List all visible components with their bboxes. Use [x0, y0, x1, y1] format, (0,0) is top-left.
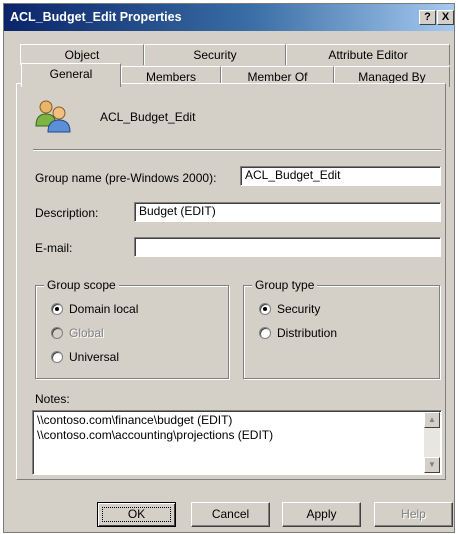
help-button: Help: [374, 502, 453, 527]
scroll-up-arrow-icon[interactable]: ▲: [424, 412, 440, 428]
group-users-icon: [35, 100, 71, 133]
pre2000-label: Group name (pre-Windows 2000):: [35, 171, 217, 185]
global-label: Global: [69, 326, 104, 340]
distribution-label[interactable]: Distribution: [277, 326, 337, 340]
global-radio: [51, 327, 63, 339]
email-label: E-mail:: [35, 241, 73, 255]
universal-label[interactable]: Universal: [69, 350, 119, 364]
general-content: ACL_Budget_Edit Group name (pre-Windows …: [0, 0, 458, 534]
universal-radio[interactable]: [51, 351, 63, 363]
group-name-heading: ACL_Budget_Edit: [100, 110, 196, 124]
description-field[interactable]: Budget (EDIT): [134, 202, 441, 222]
email-field[interactable]: [134, 237, 441, 257]
security-label[interactable]: Security: [277, 302, 320, 316]
security-radio[interactable]: [259, 303, 271, 315]
pre2000-name-field[interactable]: ACL_Budget_Edit: [240, 166, 441, 186]
notes-line: \\contoso.com\accounting\projections (ED…: [37, 428, 274, 442]
focus-rect: [102, 507, 171, 522]
separator: [33, 149, 441, 151]
distribution-radio[interactable]: [259, 327, 271, 339]
cancel-button[interactable]: Cancel: [191, 502, 270, 527]
group-scope-box: Group scope: [35, 278, 229, 379]
apply-button[interactable]: Apply: [282, 502, 361, 527]
group-type-box: Group type: [243, 278, 440, 379]
description-label: Description:: [35, 206, 99, 220]
group-type-label: Group type: [252, 278, 318, 292]
notes-textarea[interactable]: \\contoso.com\finance\budget (EDIT) \\co…: [32, 410, 442, 475]
domain-local-label[interactable]: Domain local: [69, 302, 138, 316]
notes-scrollbar[interactable]: ▲ ▼: [424, 412, 440, 473]
group-scope-label: Group scope: [44, 278, 119, 292]
ok-button[interactable]: OK: [97, 502, 176, 527]
notes-line: \\contoso.com\finance\budget (EDIT): [37, 413, 233, 427]
scroll-down-arrow-icon[interactable]: ▼: [424, 457, 440, 473]
domain-local-radio[interactable]: [51, 303, 63, 315]
notes-label: Notes:: [35, 392, 70, 406]
